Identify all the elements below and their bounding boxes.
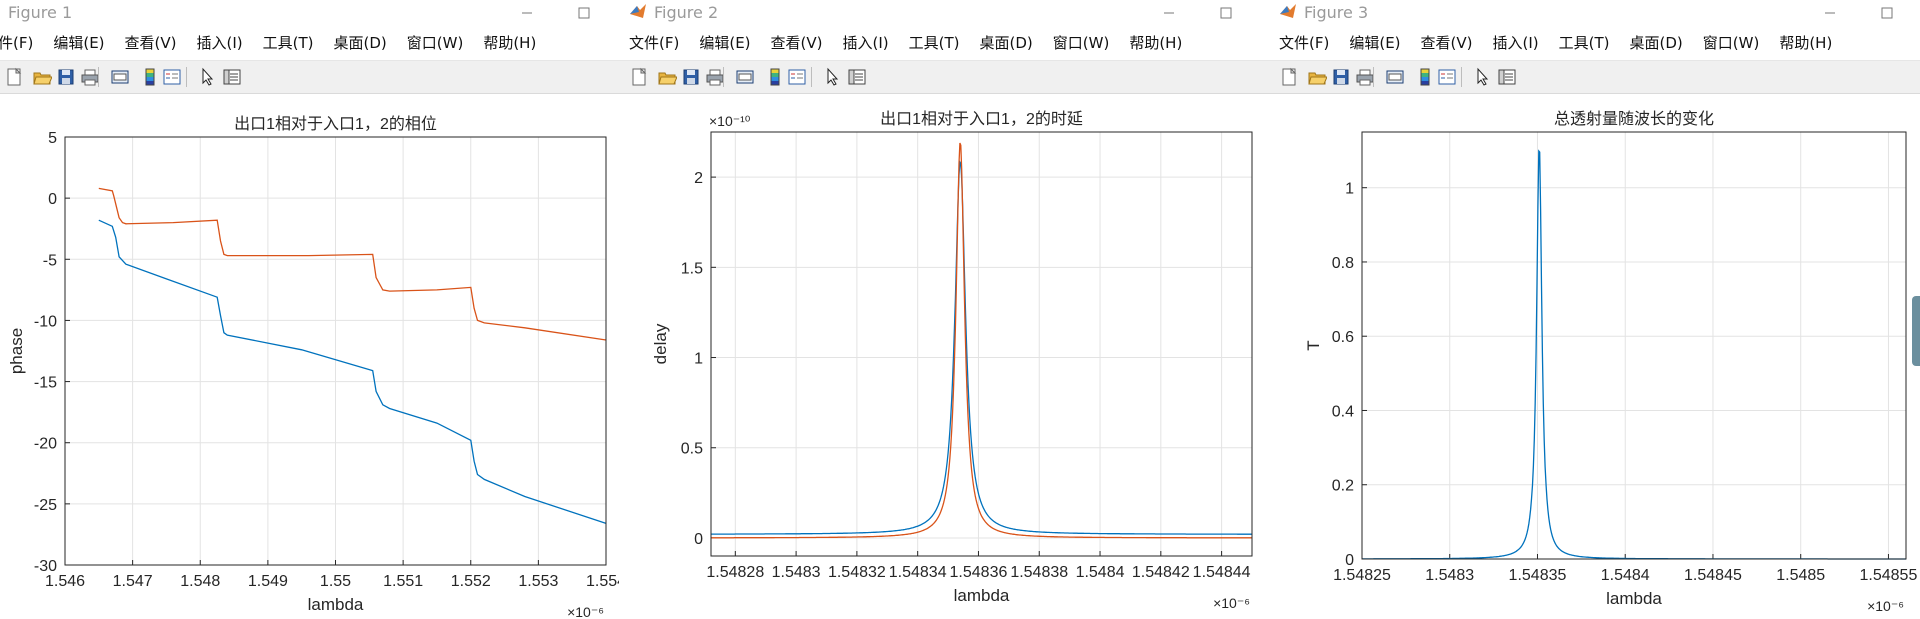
x-tick-label: 1.5485 [1776,567,1825,584]
y-tick-label: 0 [694,531,703,548]
x-tick-label: 1.5484 [1601,567,1650,584]
x-tick-label: 1.54836 [950,564,1008,581]
x-exponent-label: ×10⁻⁶ [1213,595,1250,611]
y-axis-label: phase [7,328,26,374]
x-tick-label: 1.54844 [1193,564,1251,581]
y-exponent-label: ×10⁻¹⁰ [709,113,751,129]
x-tick-label: 1.551 [383,573,423,590]
y-tick-label: 2 [694,170,703,187]
y-tick-label: 0.5 [681,441,703,458]
x-tick-label: 1.549 [248,573,288,590]
y-tick-label: 0 [48,191,57,208]
y-tick-label: 0.8 [1332,255,1354,272]
y-tick-label: 0.2 [1332,478,1354,495]
y-tick-label: -10 [34,313,57,330]
y-tick-label: 1 [1345,181,1354,198]
x-tick-label: 1.54845 [1684,567,1742,584]
figure-1-window: Figure 1 件(F) 编辑(E) 查看(V) 插入(I) 工具(T) 桌面(D) 窗口… [0,0,620,619]
figure-2-window: Figure 2 文件(F) 编辑(E) 查看(V) 插入(I) 工具(T) 桌面(D) 窗… [619,0,1270,619]
x-tick-label: 1.54834 [889,564,947,581]
chart-title: 出口1相对于入口1，2的时延 [880,110,1083,128]
y-tick-label: 0 [1345,552,1354,569]
x-tick-label: 1.54825 [1333,567,1391,584]
x-tick-label: 1.54832 [828,564,886,581]
y-tick-label: -30 [34,558,57,575]
figure-2-chart: 1.54828 1.5483 1.54832 1.54834 1.54836 1.5483… [651,110,1253,611]
plot-area [1362,132,1906,559]
y-tick-label: -15 [34,375,57,392]
x-tick-label: 1.5483 [772,564,821,581]
x-axis-label: lambda [308,595,364,614]
y-tick-label: -20 [34,436,57,453]
x-tick-label: 1.54828 [706,564,764,581]
plot-area [711,132,1252,556]
x-exponent-label: ×10⁻⁶ [567,604,604,619]
y-tick-label: 0.4 [1332,403,1354,420]
x-tick-label: 1.5483 [1425,567,1474,584]
y-tick-label: 1.5 [681,260,703,277]
x-tick-label: 1.54835 [1509,567,1567,584]
x-tick-label: 1.54838 [1010,564,1068,581]
x-tick-label: 1.546 [45,573,85,590]
x-tick-label: 1.547 [113,573,153,590]
y-tick-label: 0.6 [1332,329,1354,346]
y-tick-label: -5 [43,252,57,269]
figure-3-chart: 1.54825 1.5483 1.54835 1.5484 1.54845 1.5485 1… [1304,110,1918,614]
y-tick-label: -25 [34,497,57,514]
y-axis-label: T [1304,340,1323,350]
x-exponent-label: ×10⁻⁶ [1867,598,1904,614]
figure-3-window: Figure 3 文件(F) 编辑(E) 查看(V) 插入(I) 工具(T) 桌面(D) 窗… [1269,0,1920,619]
x-tick-label: 1.55 [320,573,351,590]
y-tick-label: 5 [48,130,57,147]
x-tick-label: 1.54842 [1132,564,1190,581]
x-tick-label: 1.54855 [1860,567,1918,584]
y-axis-label: delay [651,323,670,364]
side-scroll-handle[interactable] [1912,296,1920,366]
x-axis-label: lambda [1606,589,1662,608]
chart-title: 总透射量随波长的变化 [1554,110,1714,128]
y-tick-label: 1 [694,351,703,368]
x-tick-label: 1.554 [586,573,619,590]
x-tick-label: 1.5484 [1076,564,1125,581]
x-tick-label: 1.553 [518,573,558,590]
figure-1-chart: 1.546 1.547 1.548 1.549 1.55 1.551 1.552 1.553 1… [7,115,619,619]
x-tick-label: 1.552 [451,573,491,590]
chart-title: 出口1相对于入口1，2的相位 [234,115,437,133]
x-axis-label: lambda [954,586,1010,605]
x-tick-label: 1.548 [180,573,220,590]
